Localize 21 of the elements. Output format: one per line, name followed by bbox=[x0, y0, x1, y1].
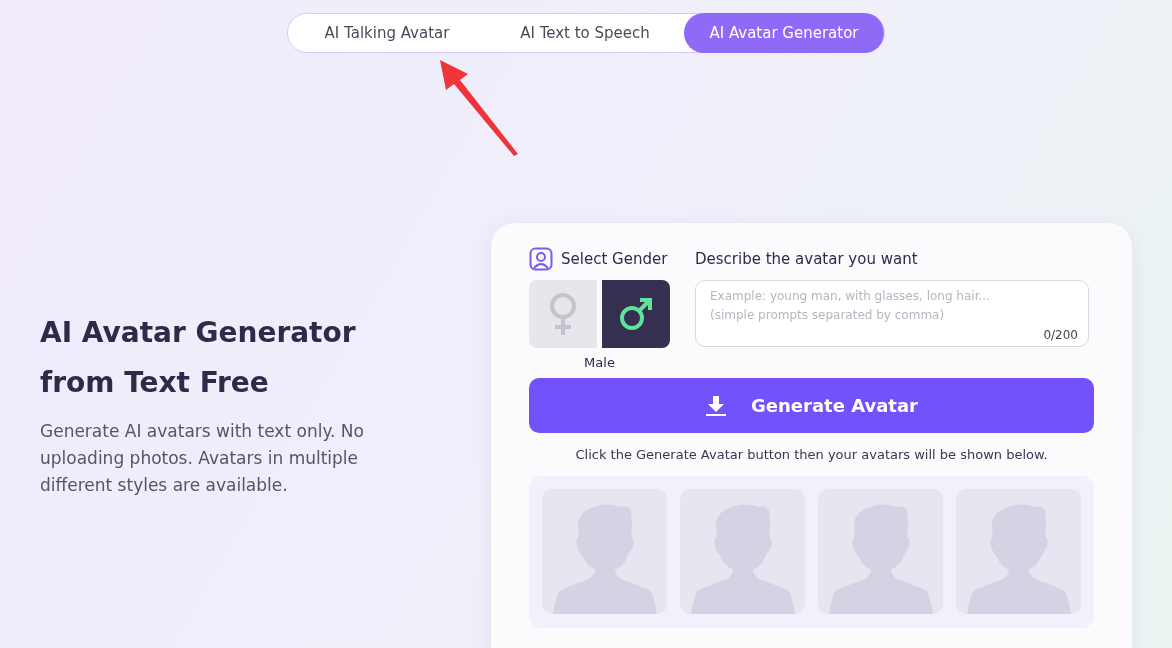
character-counter: 0/200 bbox=[1043, 328, 1078, 342]
hero-description: Generate AI avatars with text only. No uploading photos. Avatars in multiple different styles are available. bbox=[40, 420, 365, 497]
hero-title: AI Avatar Generator from Text Free bbox=[40, 315, 357, 401]
person-silhouette-icon bbox=[828, 503, 933, 614]
male-option[interactable] bbox=[602, 280, 670, 348]
gender-label: Select Gender bbox=[561, 250, 668, 268]
generate-avatar-button[interactable]: Generate Avatar bbox=[529, 378, 1094, 433]
person-silhouette-icon bbox=[690, 503, 795, 614]
prompt-field[interactable]: Example: young man, with glasses, long hair... (simple prompts separated by comma) 0/200 bbox=[695, 280, 1089, 347]
download-icon bbox=[705, 394, 728, 417]
user-icon bbox=[529, 247, 553, 271]
person-silhouette-icon bbox=[552, 503, 657, 614]
person-silhouette-icon bbox=[966, 503, 1071, 614]
tab[interactable]: AI Text to Speech bbox=[486, 13, 684, 53]
male-symbol-icon bbox=[619, 297, 653, 331]
tab[interactable]: AI Talking Avatar bbox=[288, 13, 486, 53]
prompt-label: Describe the avatar you want bbox=[695, 250, 918, 268]
selected-gender-caption: Male bbox=[583, 355, 616, 370]
tab[interactable]: AI Avatar Generator bbox=[684, 13, 884, 53]
hint-text: Click the Generate Avatar button then your avatars will be shown below. bbox=[574, 447, 1049, 462]
female-symbol-icon bbox=[549, 292, 577, 336]
